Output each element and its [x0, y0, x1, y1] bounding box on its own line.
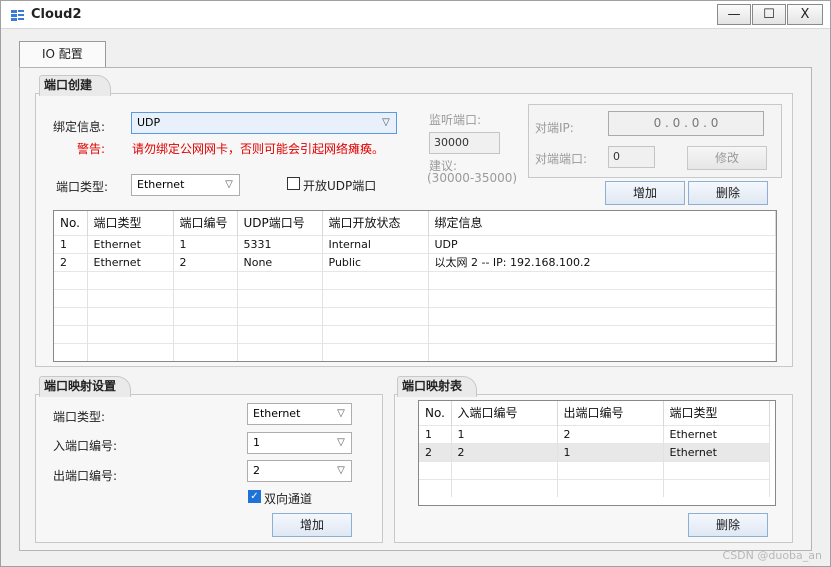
col-header-port-type[interactable]: 端口类型 — [87, 211, 174, 235]
port-type-value: Ethernet — [137, 178, 185, 191]
cloud-app-icon — [11, 10, 24, 21]
empty-row — [54, 324, 776, 343]
map-delete-button[interactable]: 删除 — [688, 513, 768, 537]
suggest-range: (30000-35000) — [427, 171, 518, 185]
table-row[interactable]: 1 1 2 Ethernet — [419, 424, 770, 443]
out-port-value: 2 — [253, 464, 260, 477]
cell-open-state: Public — [322, 252, 429, 271]
in-port-select[interactable]: 1 ▽ — [247, 432, 352, 454]
out-port-select[interactable]: 2 ▽ — [247, 460, 352, 482]
listen-port-label: 监听端口: — [429, 113, 482, 127]
port-type-select[interactable]: Ethernet ▽ — [131, 174, 240, 196]
cell-no: 1 — [419, 424, 452, 443]
map-port-type-value: Ethernet — [253, 407, 301, 420]
in-port-value: 1 — [253, 436, 260, 449]
port-delete-button[interactable]: 删除 — [688, 181, 768, 205]
map-add-button[interactable]: 增加 — [272, 513, 352, 537]
watermark: CSDN @duoba_an — [722, 549, 822, 562]
peer-ip-label: 对端IP: — [535, 121, 574, 135]
in-port-label: 入端口编号: — [53, 439, 118, 453]
col-header-open-state[interactable]: 端口开放状态 — [322, 211, 429, 235]
chevron-down-icon: ▽ — [337, 465, 345, 476]
cell-udp-port: 5331 — [237, 234, 323, 253]
port-table[interactable]: No. 端口类型 端口编号 UDP端口号 端口开放状态 绑定信息 1 Ether… — [53, 210, 777, 362]
col-header-out-port[interactable]: 出端口编号 — [557, 401, 664, 425]
port-map-table[interactable]: No. 入端口编号 出端口编号 端口类型 1 1 2 Ethernet 2 2 … — [418, 400, 776, 506]
bind-info-value: UDP — [137, 116, 161, 129]
col-header-udp-port[interactable]: UDP端口号 — [237, 211, 323, 235]
cell-bind-info: UDP — [428, 234, 776, 253]
chevron-down-icon: ▽ — [382, 117, 390, 128]
open-udp-checkbox[interactable] — [287, 177, 300, 190]
empty-row — [54, 288, 776, 307]
cell-port-number: 1 — [173, 234, 238, 253]
window-title: Cloud2 — [31, 7, 82, 22]
col-header-no[interactable]: No. — [419, 401, 452, 425]
table-header-row: No. 入端口编号 出端口编号 端口类型 — [419, 401, 770, 425]
cell-no: 1 — [54, 234, 88, 253]
cell-port-type: Ethernet — [87, 234, 174, 253]
cell-bind-info: 以太网 2 -- IP: 192.168.100.2 — [428, 252, 776, 271]
col-header-bind-info[interactable]: 绑定信息 — [428, 211, 776, 235]
warning-text: 请勿绑定公网网卡，否则可能会引起网络瘫痪。 — [132, 142, 385, 156]
port-create-group-title: 端口创建 — [39, 75, 111, 96]
empty-row — [54, 306, 776, 325]
chevron-down-icon: ▽ — [337, 437, 345, 448]
minimize-button[interactable]: — — [717, 4, 751, 25]
cell-in-port: 1 — [451, 424, 558, 443]
maximize-button[interactable]: ☐ — [752, 4, 786, 25]
empty-row — [419, 478, 770, 497]
open-udp-label: 开放UDP端口 — [303, 179, 377, 193]
col-header-no[interactable]: No. — [54, 211, 88, 235]
empty-row — [54, 270, 776, 289]
modify-button[interactable]: 修改 — [687, 146, 767, 170]
map-port-type-label: 端口类型: — [53, 410, 106, 424]
cell-port-type: Ethernet — [87, 252, 174, 271]
chevron-down-icon: ▽ — [225, 179, 233, 190]
cell-out-port: 1 — [557, 442, 664, 461]
port-map-settings-title: 端口映射设置 — [39, 376, 131, 397]
peer-port-label: 对端端口: — [535, 152, 588, 166]
bidirectional-checkbox[interactable]: ✓ — [248, 490, 261, 503]
table-row[interactable]: 1 Ethernet 1 5331 Internal UDP — [54, 234, 776, 253]
empty-row — [419, 460, 770, 479]
cell-in-port: 2 — [451, 442, 558, 461]
cell-port-number: 2 — [173, 252, 238, 271]
port-type-label: 端口类型: — [56, 180, 109, 194]
table-row[interactable]: 2 Ethernet 2 None Public 以太网 2 -- IP: 19… — [54, 252, 776, 271]
close-button[interactable]: X — [787, 4, 823, 25]
bind-info-select[interactable]: UDP ▽ — [131, 112, 397, 134]
bidirectional-label: 双向通道 — [264, 492, 313, 506]
cell-port-type: Ethernet — [663, 424, 770, 443]
title-bar[interactable]: Cloud2 — ☐ X — [1, 1, 830, 29]
port-map-table-title: 端口映射表 — [397, 376, 477, 397]
peer-port-input[interactable]: 0 — [608, 146, 655, 168]
cell-port-type: Ethernet — [663, 442, 770, 461]
cloud2-window: Cloud2 — ☐ X IO 配置 端口创建 绑定信息: UDP ▽ 警告: … — [0, 0, 831, 567]
table-row[interactable]: 2 2 1 Ethernet — [419, 442, 770, 461]
tab-io-config[interactable]: IO 配置 — [19, 41, 106, 68]
cell-no: 2 — [419, 442, 452, 461]
warning-label: 警告: — [77, 142, 106, 156]
listen-port-input[interactable]: 30000 — [429, 132, 500, 154]
cell-no: 2 — [54, 252, 88, 271]
col-header-port-type[interactable]: 端口类型 — [663, 401, 770, 425]
cell-udp-port: None — [237, 252, 323, 271]
map-port-type-select[interactable]: Ethernet ▽ — [247, 403, 352, 425]
cell-open-state: Internal — [322, 234, 429, 253]
peer-ip-input[interactable]: 0 . 0 . 0 . 0 — [608, 111, 764, 136]
out-port-label: 出端口编号: — [53, 469, 118, 483]
table-header-row: No. 端口类型 端口编号 UDP端口号 端口开放状态 绑定信息 — [54, 211, 776, 235]
col-header-port-number[interactable]: 端口编号 — [173, 211, 238, 235]
empty-row — [54, 342, 776, 361]
col-header-in-port[interactable]: 入端口编号 — [451, 401, 558, 425]
cell-out-port: 2 — [557, 424, 664, 443]
port-add-button[interactable]: 增加 — [605, 181, 685, 205]
bind-info-label: 绑定信息: — [53, 120, 106, 134]
chevron-down-icon: ▽ — [337, 408, 345, 419]
